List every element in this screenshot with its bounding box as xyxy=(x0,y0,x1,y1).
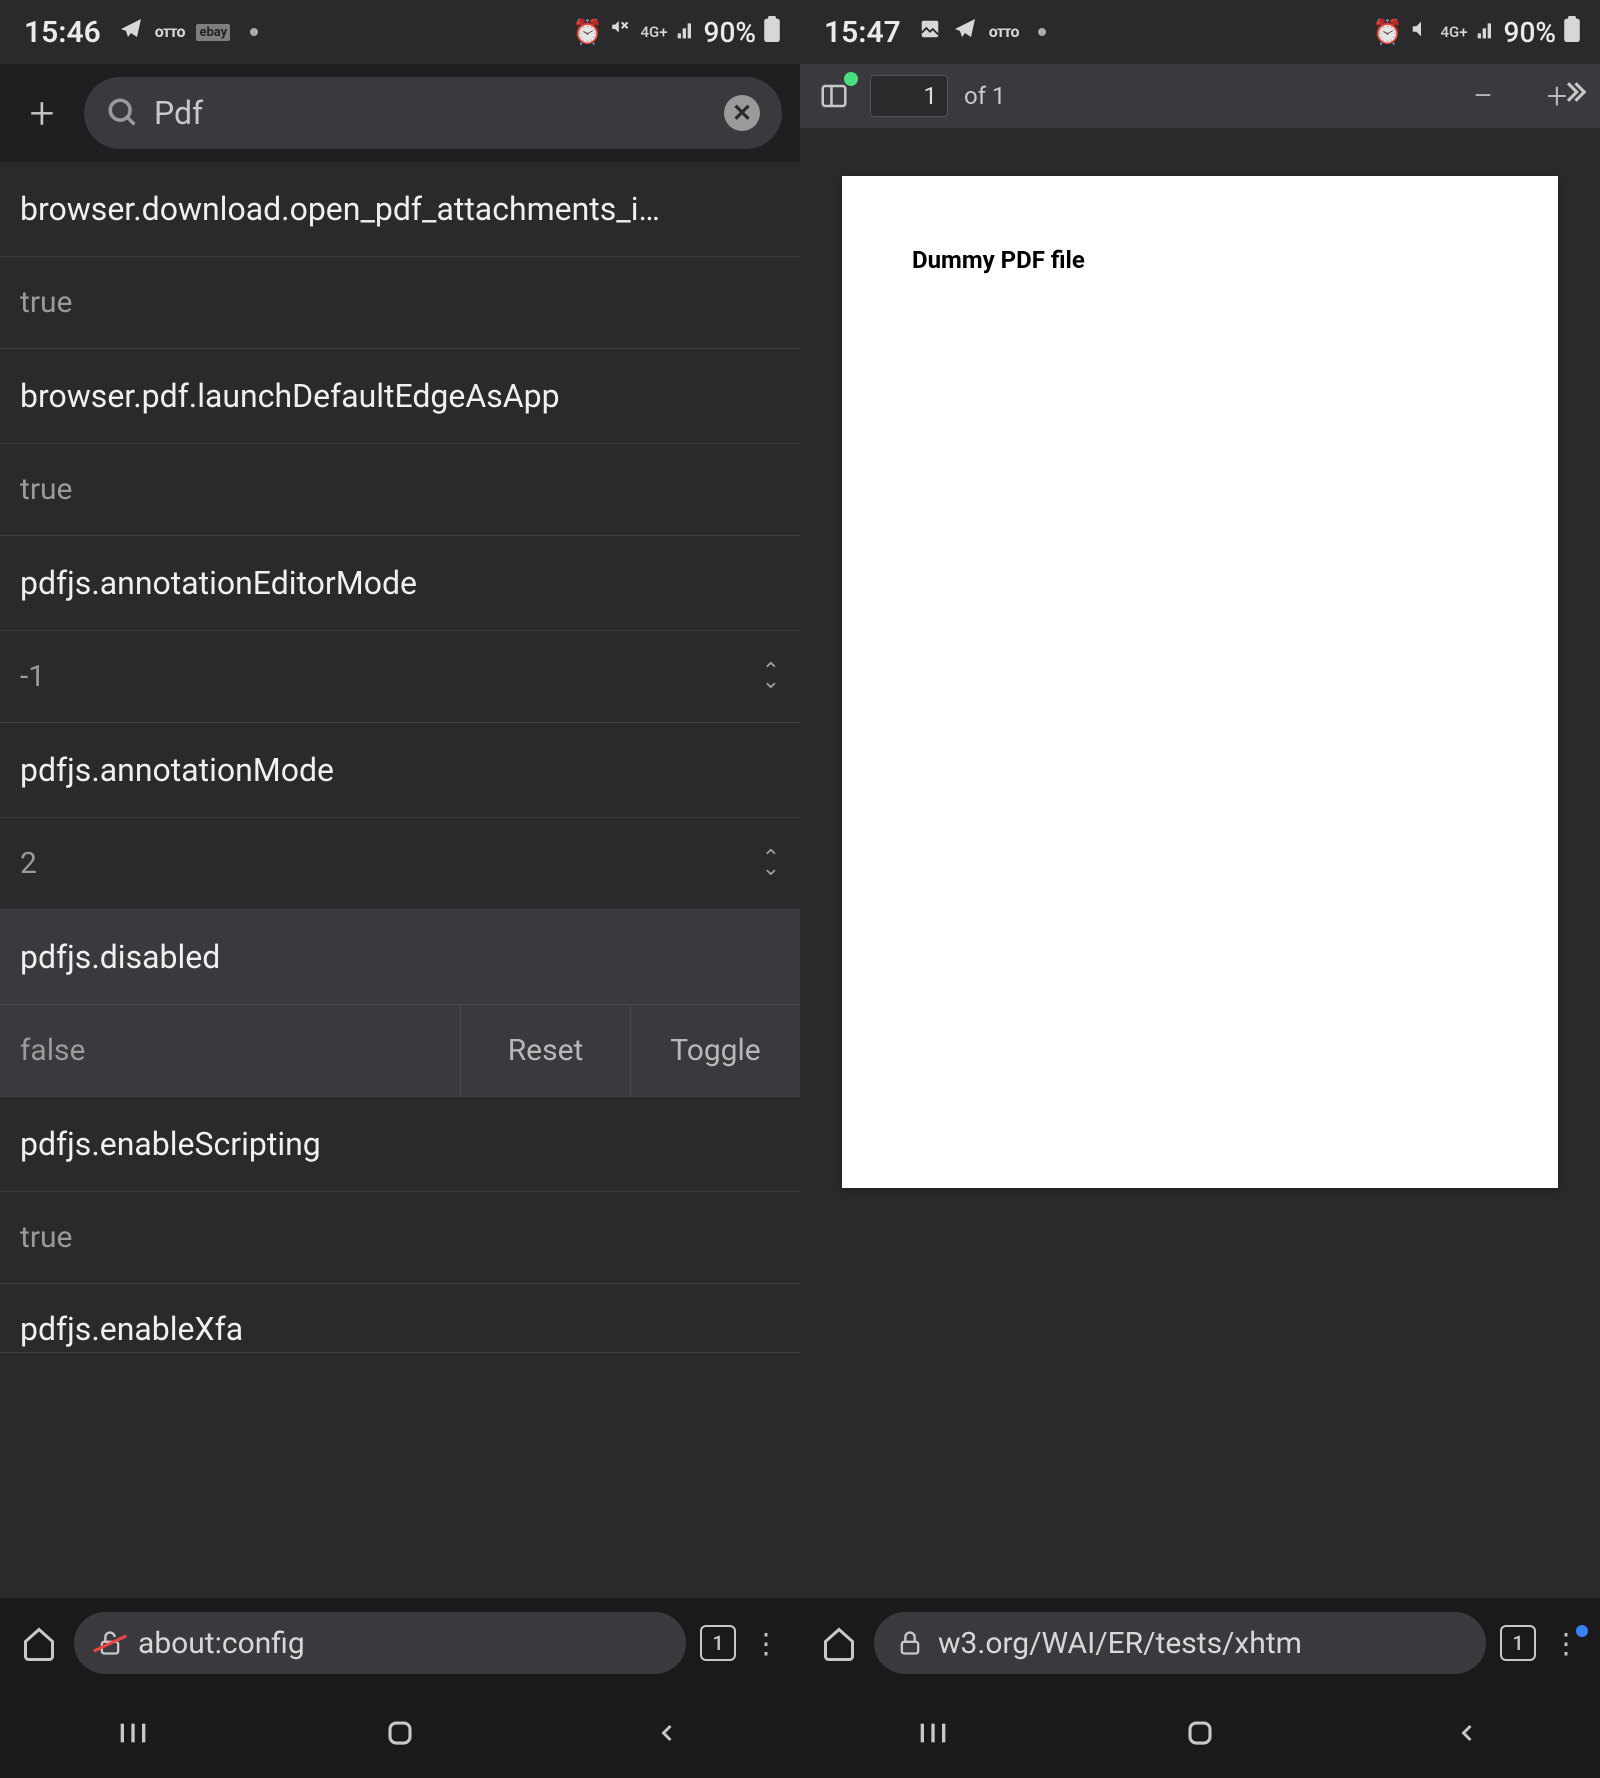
config-item[interactable]: pdfjs.annotationMode 2 ⌃⌄ xyxy=(0,723,800,910)
home-nav-button[interactable] xyxy=(370,1709,430,1757)
tabs-button[interactable]: 1 xyxy=(1500,1625,1536,1661)
status-bar-right: 15:47 oᴛᴛo ⏰ 4G+ 90% xyxy=(800,0,1600,64)
left-screenshot: 15:46 oᴛᴛo ebay ⏰ 4G+ 90% xyxy=(0,0,800,1778)
toggle-button[interactable]: Toggle xyxy=(630,1005,800,1096)
tabs-button[interactable]: 1 xyxy=(700,1625,736,1661)
clock: 15:46 xyxy=(24,15,101,50)
back-nav-button[interactable] xyxy=(1437,1709,1497,1757)
notification-dot xyxy=(844,72,858,86)
home-nav-button[interactable] xyxy=(1170,1709,1230,1757)
url-text: w3.org/WAI/ER/tests/xhtm xyxy=(938,1626,1302,1661)
clear-search-button[interactable]: ✕ xyxy=(724,95,760,131)
pref-value: -1 ⌃⌄ xyxy=(0,631,800,722)
search-icon xyxy=(106,96,140,130)
battery-pct: 90% xyxy=(704,16,756,49)
pref-value: true xyxy=(0,257,800,348)
pdf-text: Dummy PDF file xyxy=(912,246,1488,274)
pref-name: pdfjs.annotationMode xyxy=(0,723,800,818)
pref-name: pdfjs.enableXfa xyxy=(0,1284,800,1352)
browser-bar-left: about:config 1 ⋮ xyxy=(0,1598,800,1688)
gallery-icon xyxy=(919,17,941,47)
config-item[interactable]: pdfjs.enableScripting true xyxy=(0,1097,800,1284)
alarm-icon: ⏰ xyxy=(1373,18,1403,46)
stepper-icon[interactable]: ⌃⌄ xyxy=(762,854,780,874)
mute-icon xyxy=(1410,18,1432,46)
otto-icon: oᴛᴛo xyxy=(989,22,1019,42)
battery-pct: 90% xyxy=(1504,16,1556,49)
home-button[interactable] xyxy=(18,1622,60,1664)
value-text: -1 xyxy=(20,659,45,694)
config-item-selected[interactable]: pdfjs.disabled false Reset Toggle xyxy=(0,910,800,1097)
battery-icon xyxy=(1564,16,1580,48)
pdf-viewport[interactable]: Dummy PDF file xyxy=(800,128,1600,1598)
url-bar[interactable]: about:config xyxy=(74,1612,686,1674)
url-text: about:config xyxy=(138,1626,305,1661)
pdf-page: Dummy PDF file xyxy=(842,176,1558,1188)
telegram-icon xyxy=(953,17,977,48)
browser-bar-right: w3.org/WAI/ER/tests/xhtm 1 ⋮ xyxy=(800,1598,1600,1688)
recents-button[interactable] xyxy=(903,1709,963,1757)
pref-value: 2 ⌃⌄ xyxy=(0,818,800,909)
system-nav-left xyxy=(0,1688,800,1778)
config-item[interactable]: browser.download.open_pdf_attachments_i…… xyxy=(0,162,800,349)
clock: 15:47 xyxy=(824,15,901,50)
menu-notification-dot xyxy=(1576,1625,1588,1637)
telegram-icon xyxy=(119,17,143,48)
pref-name: browser.download.open_pdf_attachments_i… xyxy=(0,162,800,257)
pdf-toolbar: of 1 − + xyxy=(800,64,1600,128)
pref-name: browser.pdf.launchDefaultEdgeAsApp xyxy=(0,349,800,444)
search-field[interactable]: ✕ xyxy=(84,77,782,149)
pref-name: pdfjs.disabled xyxy=(0,910,800,1005)
config-header: + ✕ xyxy=(0,64,800,162)
battery-icon xyxy=(764,16,780,48)
lock-icon xyxy=(896,1629,924,1657)
config-item[interactable]: pdfjs.annotationEditorMode -1 ⌃⌄ xyxy=(0,536,800,723)
url-bar[interactable]: w3.org/WAI/ER/tests/xhtm xyxy=(874,1612,1486,1674)
network-4g-icon: 4G+ xyxy=(640,23,667,41)
zoom-out-button[interactable]: − xyxy=(1464,77,1502,115)
stepper-icon[interactable]: ⌃⌄ xyxy=(762,667,780,687)
pref-value: false xyxy=(0,1005,460,1096)
page-count: of 1 xyxy=(964,82,1005,110)
menu-button[interactable]: ⋮ xyxy=(750,1627,782,1660)
recents-button[interactable] xyxy=(103,1709,163,1757)
config-list[interactable]: browser.download.open_pdf_attachments_i…… xyxy=(0,162,800,1598)
more-notifications-dot xyxy=(1038,28,1046,36)
page-input[interactable] xyxy=(870,75,948,117)
system-nav-right xyxy=(800,1688,1600,1778)
search-input[interactable] xyxy=(154,94,710,132)
ebay-icon: ebay xyxy=(196,24,230,41)
pref-name: pdfjs.enableScripting xyxy=(0,1097,800,1192)
status-bar-left: 15:46 oᴛᴛo ebay ⏰ 4G+ 90% xyxy=(0,0,800,64)
more-notifications-dot xyxy=(250,28,258,36)
value-text: 2 xyxy=(20,846,37,881)
reset-button[interactable]: Reset xyxy=(460,1005,630,1096)
add-pref-button[interactable]: + xyxy=(18,89,66,137)
home-button[interactable] xyxy=(818,1622,860,1664)
pref-name: pdfjs.annotationEditorMode xyxy=(0,536,800,631)
network-4g-icon: 4G+ xyxy=(1440,23,1467,41)
signal-icon xyxy=(1476,18,1496,46)
sidebar-toggle-button[interactable] xyxy=(814,76,854,116)
toolbar-overflow-button[interactable] xyxy=(1558,77,1588,115)
signal-icon xyxy=(676,18,696,46)
pref-value: true xyxy=(0,1192,800,1283)
otto-icon: oᴛᴛo xyxy=(155,22,185,42)
right-screenshot: 15:47 oᴛᴛo ⏰ 4G+ 90% xyxy=(800,0,1600,1778)
insecure-lock-icon xyxy=(96,1629,124,1657)
pref-value: true xyxy=(0,444,800,535)
alarm-icon: ⏰ xyxy=(573,18,603,46)
config-item[interactable]: browser.pdf.launchDefaultEdgeAsApp true xyxy=(0,349,800,536)
mute-icon xyxy=(610,18,632,46)
back-nav-button[interactable] xyxy=(637,1709,697,1757)
config-item[interactable]: pdfjs.enableXfa xyxy=(0,1284,800,1353)
